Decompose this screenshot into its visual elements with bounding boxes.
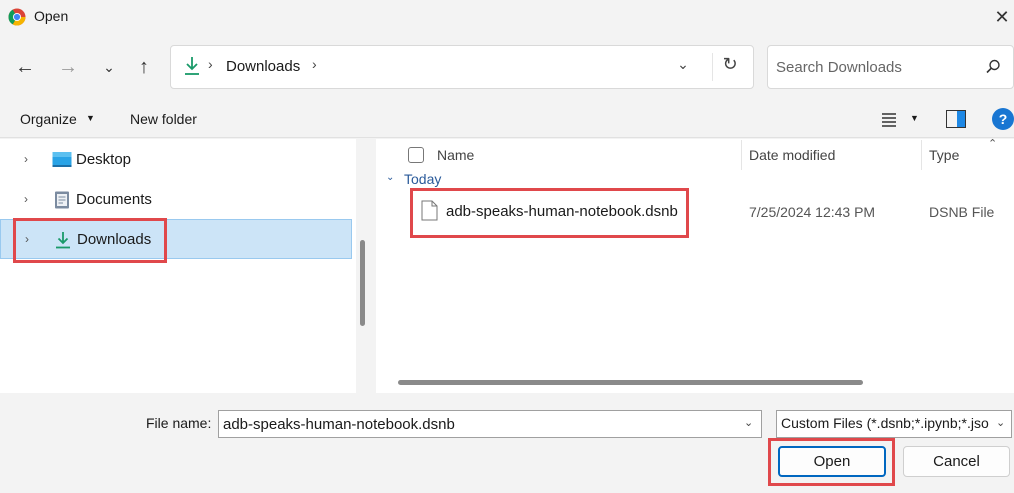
- chevron-down-icon[interactable]: ⌄: [996, 416, 1005, 429]
- window-title: Open: [34, 8, 69, 24]
- open-button[interactable]: Open: [778, 446, 886, 477]
- help-button[interactable]: ?: [992, 108, 1014, 130]
- preview-pane-button[interactable]: [946, 110, 966, 128]
- download-icon: [56, 232, 70, 249]
- column-divider[interactable]: [741, 140, 742, 170]
- column-header-date-modified[interactable]: Date modified: [749, 147, 835, 163]
- file-list: [376, 139, 1014, 393]
- refresh-button[interactable]: ↻: [716, 54, 744, 80]
- title-bar: [0, 0, 1014, 34]
- file-name[interactable]: adb-speaks-human-notebook.dsnb: [446, 203, 678, 220]
- chevron-right-icon[interactable]: ›: [24, 152, 28, 166]
- chevron-down-icon[interactable]: ⌄: [744, 416, 753, 429]
- group-header-today[interactable]: Today: [404, 171, 441, 187]
- caret-down-icon[interactable]: ▼: [910, 113, 919, 123]
- search-input[interactable]: [776, 52, 976, 82]
- recent-locations-button[interactable]: ⌄: [94, 52, 124, 82]
- up-button[interactable]: ↑: [129, 52, 159, 82]
- documents-icon: [55, 191, 69, 209]
- file-date-modified: 7/25/2024 12:43 PM: [749, 204, 876, 220]
- dialog-footer: [0, 393, 1014, 493]
- file-type-filter-value[interactable]: Custom Files (*.dsnb;*.ipynb;*.jso: [781, 415, 989, 431]
- close-button[interactable]: ✕: [990, 4, 1014, 30]
- caret-down-icon[interactable]: ▼: [86, 113, 95, 123]
- organize-button[interactable]: Organize: [20, 111, 77, 127]
- chevron-down-icon[interactable]: ⌄: [386, 172, 394, 183]
- select-all-checkbox[interactable]: [408, 147, 424, 163]
- chevron-right-icon[interactable]: ›: [24, 192, 28, 206]
- tree-item-downloads[interactable]: › Downloads: [0, 219, 352, 259]
- file-type: DSNB File: [929, 204, 995, 220]
- forward-button[interactable]: →: [53, 52, 83, 82]
- view-options-icon[interactable]: [880, 110, 898, 128]
- file-name-input[interactable]: [223, 412, 733, 436]
- new-folder-button[interactable]: New folder: [130, 111, 197, 127]
- scroll-up-icon[interactable]: ⌃: [988, 137, 997, 150]
- divider: [712, 53, 713, 81]
- desktop-icon: [52, 152, 72, 167]
- breadcrumb-downloads[interactable]: Downloads: [226, 58, 300, 75]
- navigation-scrollbar[interactable]: [360, 240, 365, 326]
- file-icon: [421, 200, 438, 221]
- tree-item-desktop[interactable]: › Desktop: [0, 140, 352, 180]
- chrome-icon: [8, 8, 26, 26]
- search-icon[interactable]: [984, 58, 1002, 76]
- tree-item-label: Downloads: [77, 231, 152, 248]
- download-icon: [185, 57, 199, 75]
- address-dropdown-button[interactable]: ⌄: [670, 56, 696, 78]
- tree-item-label: Desktop: [76, 151, 132, 168]
- preview-pane-icon: [957, 111, 965, 127]
- column-header-type[interactable]: Type: [929, 147, 959, 163]
- column-header-name[interactable]: Name: [437, 147, 474, 163]
- cancel-button[interactable]: Cancel: [903, 446, 1010, 477]
- chevron-right-icon[interactable]: ›: [25, 232, 29, 246]
- tree-item-documents[interactable]: › Documents: [0, 180, 352, 220]
- back-button[interactable]: ←: [10, 52, 40, 82]
- breadcrumb-separator[interactable]: ›: [208, 56, 213, 72]
- file-name-label: File name:: [146, 415, 212, 431]
- column-divider[interactable]: [921, 140, 922, 170]
- tree-item-label: Documents: [76, 191, 152, 208]
- horizontal-scrollbar[interactable]: [398, 380, 863, 385]
- breadcrumb-separator[interactable]: ›: [312, 56, 317, 72]
